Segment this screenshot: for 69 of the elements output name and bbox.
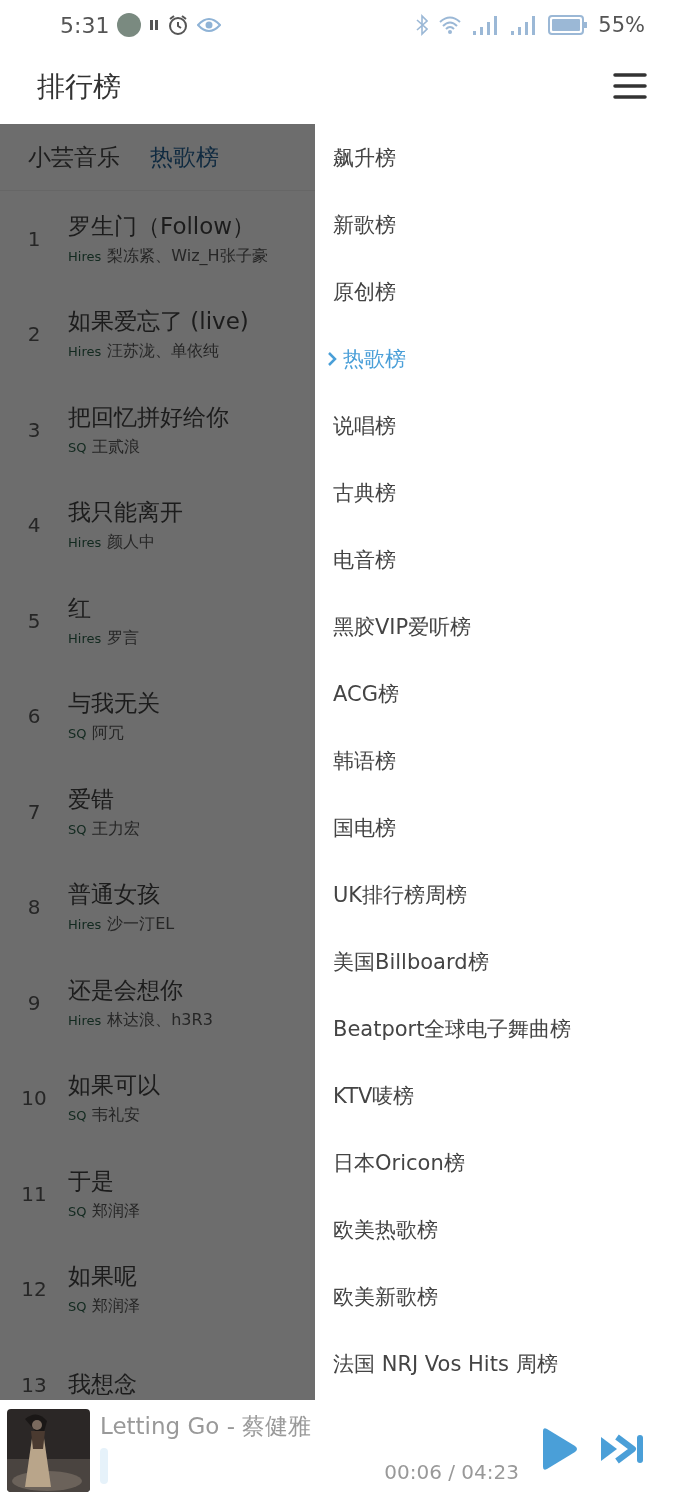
chart-menu-item[interactable]: ACG榜 (315, 660, 675, 727)
chart-menu-item[interactable]: 电音榜 (315, 526, 675, 593)
bluetooth-icon (416, 14, 429, 36)
quality-tag: SQ (68, 1108, 87, 1124)
artist-name: 阿冗 (92, 723, 125, 745)
rank-number: 2 (26, 322, 42, 347)
quality-tag: Hires (68, 248, 102, 264)
rank-number: 13 (20, 1372, 48, 1397)
quality-tag: SQ (68, 726, 87, 742)
rank-number: 8 (26, 895, 42, 920)
artist-name: 罗言 (107, 627, 140, 649)
chart-menu-item[interactable]: 美国Billboard榜 (315, 928, 675, 995)
rank-number: 11 (20, 1181, 48, 1206)
quality-tag: Hires (68, 917, 102, 933)
status-time: 5:31 (60, 12, 110, 38)
quality-tag: SQ (68, 1203, 87, 1219)
chart-menu-item[interactable]: 法国 NRJ Vos Hits 周榜 (315, 1330, 675, 1397)
rank-number: 1 (26, 226, 42, 251)
chart-menu-item[interactable]: 飙升榜 (315, 124, 675, 191)
artist-name: 郑润泽 (92, 1200, 141, 1222)
rank-number: 5 (26, 608, 42, 633)
quality-tag: SQ (68, 821, 87, 837)
now-playing-title: Letting Go - 蔡健雅 (100, 1411, 313, 1441)
rank-number: 3 (26, 417, 42, 442)
chart-menu-item[interactable]: 国电榜 (315, 794, 675, 861)
artist-name: 王力宏 (92, 818, 141, 840)
quality-tag: Hires (68, 344, 102, 360)
rank-number: 12 (20, 1277, 48, 1302)
rank-number: 7 (26, 799, 42, 824)
playback-time: 00:06 / 04:23 (384, 1459, 520, 1484)
quality-tag: SQ (68, 1299, 87, 1315)
chart-menu-item[interactable]: 说唱榜 (315, 392, 675, 459)
chart-menu-item[interactable]: 日本Oricon榜 (315, 1129, 675, 1196)
chart-menu-item[interactable]: 新歌榜 (315, 191, 675, 258)
wifi-icon (438, 15, 463, 35)
chevron-icon (327, 350, 337, 367)
rank-number: 10 (20, 1086, 48, 1111)
rank-number: 9 (26, 990, 42, 1015)
artist-name: 林达浪、h3R3 (107, 1009, 213, 1031)
rank-number: 4 (26, 513, 42, 538)
artist-name: 梨冻紧、Wiz_H张子豪 (107, 245, 268, 267)
artist-name: 汪苏泷、单依纯 (107, 341, 220, 363)
battery-icon (548, 15, 589, 35)
eye-icon (197, 17, 222, 33)
chart-menu-item[interactable]: 韩语榜 (315, 727, 675, 794)
source-label: 小芸音乐 (28, 142, 120, 172)
alarm-icon (167, 14, 190, 36)
rank-number: 6 (26, 704, 42, 729)
chart-menu-item[interactable]: UK排行榜周榜 (315, 861, 675, 928)
chart-menu-item[interactable]: 古典榜 (315, 459, 675, 526)
chart-menu-item[interactable]: 黑胶VIP爱听榜 (315, 593, 675, 660)
quality-tag: Hires (68, 1012, 102, 1028)
chart-menu-item[interactable]: KTV唛榜 (315, 1062, 675, 1129)
quality-tag: SQ (68, 439, 87, 455)
artist-name: 王贰浪 (92, 436, 141, 458)
chart-menu-item[interactable]: 欧美新歌榜 (315, 1263, 675, 1330)
artist-name: 韦礼安 (92, 1105, 141, 1127)
quality-tag: Hires (68, 630, 102, 646)
chart-menu-item[interactable]: 欧美热歌榜 (315, 1196, 675, 1263)
page-title: 排行榜 (37, 69, 121, 105)
artist-name: 颜人中 (107, 532, 156, 554)
chart-menu-item[interactable]: 原创榜 (315, 258, 675, 325)
pause-icon (149, 19, 160, 31)
battery-percent: 55% (598, 13, 645, 37)
chart-name: 热歌榜 (150, 142, 219, 172)
artist-name: 郑润泽 (92, 1296, 141, 1318)
avatar-icon (117, 13, 142, 37)
chart-menu-item[interactable]: Beatport全球电子舞曲榜 (315, 995, 675, 1062)
quality-tag: Hires (68, 535, 102, 551)
